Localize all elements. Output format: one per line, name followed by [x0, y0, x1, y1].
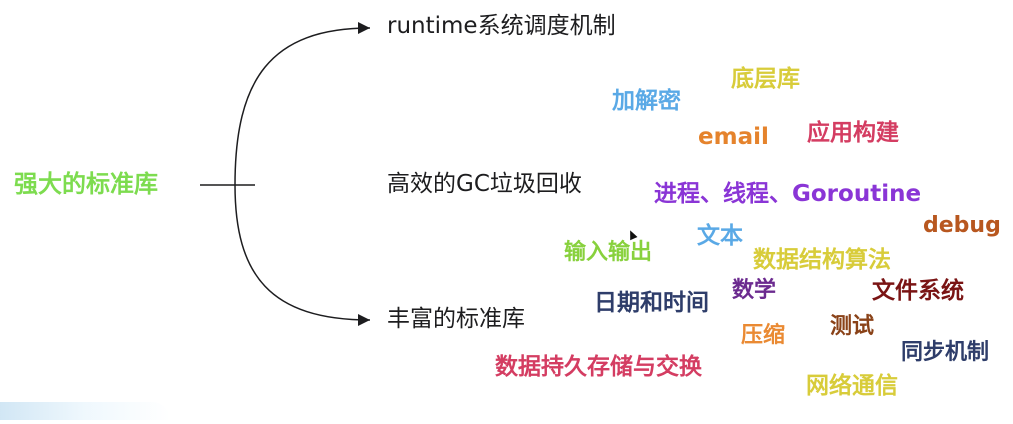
tag-data-structures-algorithms: 数据结构算法	[753, 247, 891, 273]
tag-crypto: 加解密	[612, 88, 681, 114]
tag-low-level-library: 底层库	[731, 66, 800, 92]
branch-label-runtime: runtime系统调度机制	[387, 13, 616, 39]
branch-connector-top	[234, 22, 371, 186]
root-node-label: 强大的标准库	[14, 170, 158, 198]
tag-network-communication: 网络通信	[806, 373, 898, 399]
tag-input-output: 输入输出	[564, 240, 653, 265]
tag-text: 文本	[697, 223, 743, 249]
mind-map-canvas: 强大的标准库 runtime系统调度机制 高效的GC垃圾回收 丰富的标准库 加解…	[0, 0, 1013, 420]
tag-data-persistence-exchange: 数据持久存储与交换	[495, 354, 702, 380]
tag-debug: debug	[923, 213, 1001, 238]
decorative-bottom-strip	[0, 402, 170, 420]
branch-label-standard-library: 丰富的标准库	[387, 306, 525, 332]
tag-compression: 压缩	[741, 323, 786, 348]
tag-process-thread-goroutine: 进程、线程、Goroutine	[654, 181, 922, 207]
tag-file-system: 文件系统	[872, 278, 964, 304]
tag-synchronization: 同步机制	[901, 340, 990, 365]
tag-math: 数学	[732, 278, 777, 303]
tag-date-time: 日期和时间	[594, 290, 709, 316]
branch-connector-bottom	[234, 184, 371, 326]
branch-label-gc: 高效的GC垃圾回收	[387, 171, 582, 197]
tag-application-build: 应用构建	[807, 120, 899, 146]
tag-email: email	[698, 124, 769, 150]
tag-testing: 测试	[830, 314, 875, 339]
